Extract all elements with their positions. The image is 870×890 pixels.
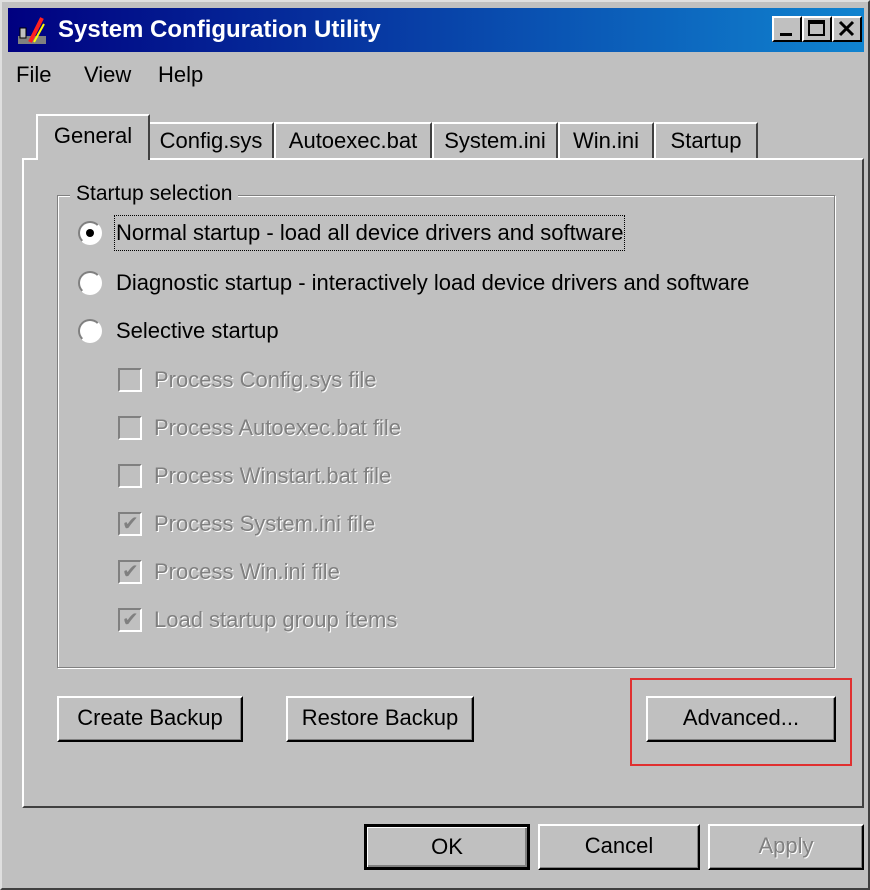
startup-selection-legend: Startup selection — [70, 180, 239, 208]
checkbox-label: Process Win.ini file — [154, 559, 340, 584]
radio-diagnostic-label[interactable]: Diagnostic startup - interactively load … — [116, 267, 749, 299]
tab-config-sys[interactable]: Config.sys — [148, 122, 274, 160]
msconfig-icon — [18, 17, 46, 44]
menu-help[interactable]: Help — [158, 60, 203, 90]
checkbox-box[interactable]: ✔ — [118, 608, 142, 632]
radio-button[interactable] — [78, 319, 102, 343]
radio-selected-dot — [86, 229, 94, 237]
menu-view[interactable]: View — [84, 60, 131, 90]
checkmark-icon: ✔ — [122, 513, 139, 535]
highlight-rectangle — [630, 678, 852, 766]
maximize-icon — [808, 20, 825, 36]
tab-system-ini[interactable]: System.ini — [432, 122, 558, 160]
minimize-icon — [780, 33, 792, 36]
checkbox-box[interactable]: ✔ — [118, 560, 142, 584]
tab-startup[interactable]: Startup — [654, 122, 758, 160]
checkmark-icon: ✔ — [122, 561, 139, 583]
checkbox-box[interactable] — [118, 368, 142, 392]
close-icon — [838, 20, 855, 37]
checkmark-icon: ✔ — [122, 609, 139, 631]
apply-button[interactable]: Apply — [708, 824, 864, 870]
close-button[interactable] — [832, 16, 862, 42]
checkbox-label: Process Autoexec.bat file — [154, 415, 402, 440]
create-backup-button[interactable]: Create Backup — [57, 696, 243, 742]
title-bar[interactable]: System Configuration Utility — [8, 8, 864, 52]
tab-autoexec-bat[interactable]: Autoexec.bat — [274, 122, 432, 160]
tab-win-ini[interactable]: Win.ini — [558, 122, 654, 160]
maximize-button[interactable] — [802, 16, 832, 42]
tab-strip: General Config.sys Autoexec.bat System.i… — [22, 114, 852, 160]
checkbox-box[interactable]: ✔ — [118, 512, 142, 536]
checkbox-label: Process System.ini file — [154, 511, 376, 536]
minimize-button[interactable] — [772, 16, 802, 42]
checkbox-label: Load startup group items — [154, 607, 398, 632]
cancel-button[interactable]: Cancel — [538, 824, 700, 870]
radio-selective-label[interactable]: Selective startup — [116, 315, 279, 347]
radio-button[interactable] — [78, 221, 102, 245]
restore-backup-button[interactable]: Restore Backup — [286, 696, 474, 742]
radio-button[interactable] — [78, 271, 102, 295]
system-configuration-window: System Configuration Utility File View H… — [0, 0, 870, 890]
radio-normal-label[interactable]: Normal startup - load all device drivers… — [113, 215, 626, 251]
window-title: System Configuration Utility — [58, 16, 381, 43]
ok-button[interactable]: OK — [364, 824, 530, 870]
menu-bar: File View Help — [8, 56, 864, 94]
tab-general[interactable]: General — [36, 114, 150, 160]
checkbox-box[interactable] — [118, 464, 142, 488]
checkbox-box[interactable] — [118, 416, 142, 440]
checkbox-label: Process Winstart.bat file — [154, 463, 392, 488]
checkbox-label: Process Config.sys file — [154, 367, 377, 392]
menu-file[interactable]: File — [16, 60, 51, 90]
